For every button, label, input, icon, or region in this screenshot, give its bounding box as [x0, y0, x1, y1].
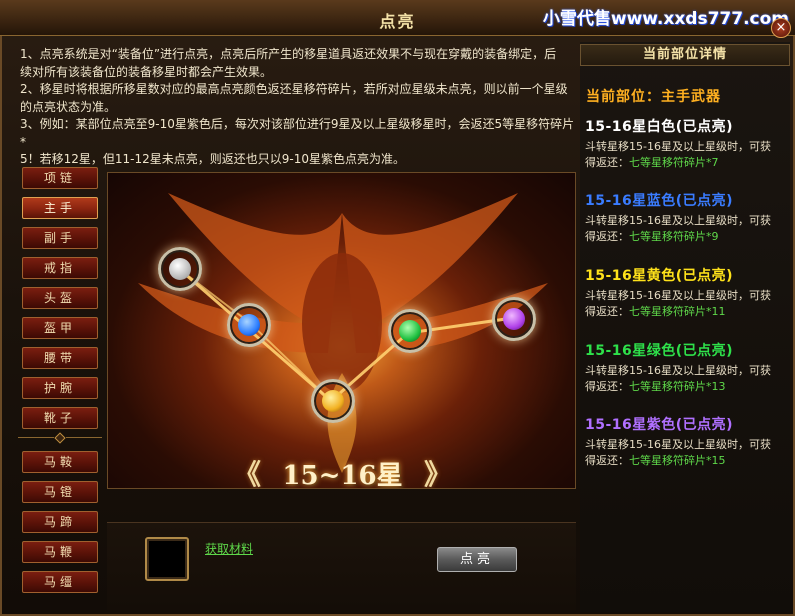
nav-main-hand[interactable]: 主手 [22, 197, 98, 219]
tier-desc: 斗转星移15-16星及以上星级时，可获 得返还：七等星移符碎片*9 [585, 214, 771, 243]
description-line: 5！若移12星，但11-12星未点亮，则返还也只以9-10星紫色点亮为准。 [20, 152, 406, 166]
nav-necklace[interactable]: 项链 [22, 167, 98, 189]
star-range-label: 15~16星 [282, 461, 403, 489]
orb-blue[interactable] [227, 303, 271, 347]
tier-title: 15-16星黄色(已点亮) [585, 268, 734, 284]
description-line: 2、移星时将根据所移星数对应的最高点亮颜色返还星移符碎片，若所对应星级未点亮，则… [20, 82, 568, 96]
tier-desc: 斗转星移15-16星及以上星级时，可获 得返还：七等星移符碎片*15 [585, 438, 771, 467]
next-tier-arrow[interactable]: 》 [424, 453, 452, 488]
orb-yellow[interactable] [311, 379, 355, 423]
tier-yellow: 15-16星黄色(已点亮) 斗转星移15-16星及以上星级时，可获 得返还：七等… [585, 265, 790, 320]
description-line: 的点亮状态为准。 [20, 99, 117, 114]
material-slot[interactable] [145, 537, 189, 581]
light-up-button[interactable]: 点亮 [437, 547, 517, 572]
nav-belt[interactable]: 腰带 [22, 347, 98, 369]
nav-divider [18, 432, 102, 444]
nav-off-hand[interactable]: 副手 [22, 227, 98, 249]
description-line: 1、点亮系统是对“装备位”进行点亮，点亮后所产生的移星道具返还效果不与现在穿戴的… [20, 47, 557, 61]
nav-helmet[interactable]: 头盔 [22, 287, 98, 309]
watermark-text: 小雪代售www.xxds777.com [542, 9, 789, 29]
orb-white[interactable] [158, 247, 202, 291]
nav-armor[interactable]: 盔甲 [22, 317, 98, 339]
nav-reins[interactable]: 马缰 [22, 571, 98, 593]
nav-whip[interactable]: 马鞭 [22, 541, 98, 563]
description-line: 续对所有该装备位的装备移星时都会产生效果。 [20, 64, 273, 79]
details-header: 当前部位详情 [580, 44, 790, 66]
tier-desc: 斗转星移15-16星及以上星级时，可获 得返还：七等星移符碎片*11 [585, 289, 771, 318]
nav-ring[interactable]: 戒指 [22, 257, 98, 279]
nav-horseshoe[interactable]: 马蹄 [22, 511, 98, 533]
tier-title: 15-16星绿色(已点亮) [585, 343, 734, 359]
tier-green: 15-16星绿色(已点亮) 斗转星移15-16星及以上星级时，可获 得返还：七等… [585, 340, 790, 395]
nav-bracer[interactable]: 护腕 [22, 377, 98, 399]
orb-green[interactable] [388, 309, 432, 353]
current-part-label: 当前部位：主手武器 [586, 89, 721, 105]
tier-desc: 斗转星移15-16星及以上星级时，可获 得返还：七等星移符碎片*13 [585, 364, 771, 393]
tier-blue: 15-16星蓝色(已点亮) 斗转星移15-16星及以上星级时，可获 得返还：七等… [585, 190, 790, 245]
close-button[interactable]: × [771, 18, 791, 38]
nav-boots[interactable]: 靴子 [22, 407, 98, 429]
tier-title: 15-16星紫色(已点亮) [585, 417, 734, 433]
tier-title: 15-16星蓝色(已点亮) [585, 193, 734, 209]
title-bar: 点亮 小雪代售www.xxds777.com [0, 0, 795, 36]
nav-saddle[interactable]: 马鞍 [22, 451, 98, 473]
tier-purple: 15-16星紫色(已点亮) 斗转星移15-16星及以上星级时，可获 得返还：七等… [585, 414, 790, 469]
orb-purple[interactable] [492, 297, 536, 341]
get-material-link[interactable]: 获取材料 [205, 540, 253, 557]
tier-desc: 斗转星移15-16星及以上星级时，可获 得返还：七等星移符碎片*7 [585, 140, 771, 169]
phoenix-stage: 《 15~16星 》 [107, 172, 576, 489]
tier-title: 15-16星白色(已点亮) [585, 119, 734, 135]
nav-stirrup[interactable]: 马镫 [22, 481, 98, 503]
description-text: 1、点亮系统是对“装备位”进行点亮，点亮后所产生的移星道具返还效果不与现在穿戴的… [20, 46, 576, 169]
tier-white: 15-16星白色(已点亮) 斗转星移15-16星及以上星级时，可获 得返还：七等… [585, 116, 790, 171]
description-line: 3、例如：某部位点亮至9-10星紫色后，每次对该部位进行9星及以上星级移星时，会… [20, 117, 575, 149]
